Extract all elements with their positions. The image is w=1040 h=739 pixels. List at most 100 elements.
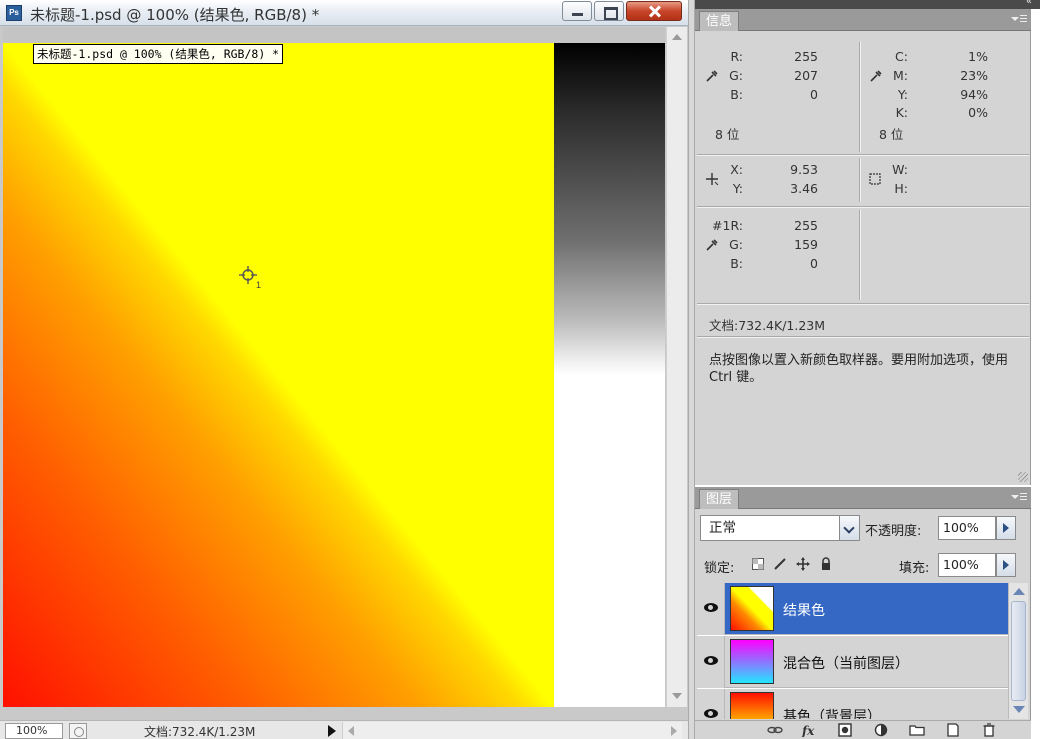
info-tabbar: 信息 [695, 9, 1031, 31]
pos-x-label: X: [730, 162, 743, 177]
panel-menu-icon[interactable] [1011, 491, 1027, 505]
scroll-up-icon[interactable] [670, 31, 684, 45]
status-bar: 100% 文档:732.4K/1.23M [0, 720, 688, 739]
tab-info[interactable]: 信息 [699, 11, 740, 31]
chevron-down-icon[interactable] [839, 516, 859, 540]
fx-icon[interactable]: fx [801, 723, 817, 737]
layer-list: 结果色 混合色（当前图层） 基色（背景层） [697, 583, 1008, 719]
size-w-label: W: [892, 162, 908, 177]
folder-icon[interactable] [909, 723, 925, 737]
lock-label: 锁定: [704, 561, 735, 576]
info-doc-size: 文档:732.4K/1.23M [709, 318, 826, 333]
pos-x-value: 9.53 [790, 162, 818, 177]
layers-footer-toolbar: fx [695, 720, 1031, 739]
pos-y-label: Y: [732, 181, 743, 196]
blend-mode-select[interactable]: 正常 [700, 515, 860, 541]
eyedropper-icon[interactable] [869, 69, 883, 83]
layer-thumbnail [730, 586, 774, 631]
status-info-icon[interactable] [69, 723, 87, 739]
opacity-slider-arrow-icon[interactable] [996, 516, 1016, 540]
layers-tabbar: 图层 [695, 487, 1031, 509]
rgb-b-value: 0 [810, 87, 818, 102]
info-hint-text: 点按图像以置入新颜色取样器。要用附加选项，使用 Ctrl 键。 [709, 353, 1009, 385]
eye-icon[interactable] [697, 636, 725, 688]
size-h-label: H: [894, 181, 908, 196]
scroll-thumb[interactable] [1011, 601, 1026, 701]
info-separator [697, 154, 1029, 156]
eye-icon[interactable] [697, 583, 725, 635]
layer-row-result[interactable]: 结果色 [697, 583, 1008, 635]
canvas-area[interactable]: 未标题-1.psd @ 100% (结果色, RGB/8) * 1 [3, 27, 665, 707]
cmyk-y-label: Y: [897, 87, 908, 102]
document-tooltip: 未标题-1.psd @ 100% (结果色, RGB/8) * [33, 44, 284, 64]
eyedropper-icon[interactable] [705, 69, 719, 83]
color-sampler-marker-icon[interactable]: 1 [237, 264, 263, 290]
layer-row-base[interactable]: 基色（背景层） [697, 689, 1008, 719]
rgb-r-label: R: [730, 49, 743, 64]
cmyk-k-label: K: [895, 105, 908, 120]
sampler1-b-value: 0 [810, 256, 818, 271]
info-separator [697, 336, 1029, 338]
opacity-label: 不透明度: [865, 524, 922, 539]
layer-thumbnail [730, 639, 774, 684]
info-body: R: G: B: 255 207 0 8 位 C: M: Y: K: 1% 23… [695, 32, 1031, 485]
layer-thumbnail [730, 692, 774, 719]
cmyk-y-value: 94% [960, 87, 988, 102]
scroll-down-icon[interactable] [1012, 703, 1025, 716]
photoshop-logo-icon: Ps [6, 5, 22, 21]
rgb-g-value: 207 [794, 68, 818, 83]
tab-layers[interactable]: 图层 [699, 489, 740, 509]
close-button[interactable] [626, 1, 682, 21]
trash-icon[interactable] [981, 723, 997, 737]
layer-row-blend[interactable]: 混合色（当前图层） [697, 636, 1008, 688]
lock-transparency-icon[interactable] [751, 557, 765, 571]
vertical-scrollbar[interactable] [666, 27, 687, 707]
cmyk-bit-depth: 8 位 [879, 127, 904, 142]
gradient-canvas-image[interactable] [3, 43, 554, 707]
sampler1-b-label: B: [730, 256, 743, 271]
lock-move-icon[interactable] [796, 557, 810, 571]
layer-name[interactable]: 基色（背景层） [783, 706, 881, 719]
new-layer-icon[interactable] [945, 723, 961, 737]
zoom-field[interactable]: 100% [5, 723, 63, 739]
dock-collapse-bar[interactable]: « [695, 0, 1040, 9]
document-titlebar[interactable]: Ps 未标题-1.psd @ 100% (结果色, RGB/8) * [0, 0, 688, 26]
collapse-icon[interactable]: « [1026, 0, 1032, 7]
fill-slider-arrow-icon[interactable] [996, 553, 1016, 577]
svg-text:fx: fx [801, 724, 815, 737]
layer-name[interactable]: 混合色（当前图层） [783, 653, 909, 673]
status-doc-size: 文档:732.4K/1.23M [144, 725, 256, 739]
opacity-field[interactable]: 100% [938, 516, 996, 540]
adjustment-icon[interactable] [873, 723, 889, 737]
document-title: 未标题-1.psd @ 100% (结果色, RGB/8) * [30, 6, 320, 24]
cmyk-c-value: 1% [968, 49, 988, 64]
fill-field[interactable]: 100% [938, 553, 996, 577]
maximize-button[interactable] [594, 1, 624, 21]
eye-icon[interactable] [697, 689, 725, 719]
cmyk-m-value: 23% [960, 68, 988, 83]
resize-grip-icon[interactable] [1018, 472, 1028, 482]
panel-menu-icon[interactable] [1011, 13, 1027, 27]
grayscale-gradient-strip[interactable] [554, 43, 665, 707]
layer-name[interactable]: 结果色 [783, 600, 825, 620]
layers-panel: 图层 正常 不透明度: 100% 锁定: 填充: 100% 结果色 混合色（当前… [695, 487, 1031, 739]
status-menu-arrow-icon[interactable] [328, 725, 336, 737]
lock-all-icon[interactable] [819, 557, 833, 571]
lock-paint-brush-icon[interactable] [773, 557, 787, 571]
mask-icon[interactable] [837, 723, 853, 737]
blend-mode-value: 正常 [709, 520, 736, 536]
link-icon[interactable] [767, 723, 783, 737]
info-separator [859, 158, 861, 202]
scroll-down-icon[interactable] [670, 689, 684, 703]
scroll-up-icon[interactable] [1012, 586, 1025, 599]
panel-divider[interactable] [688, 0, 695, 739]
info-separator [697, 303, 1029, 305]
cmyk-k-value: 0% [968, 105, 988, 120]
minimize-button[interactable] [562, 1, 592, 21]
rgb-bit-depth: 8 位 [715, 127, 740, 142]
eyedropper-icon[interactable] [705, 238, 719, 252]
horizontal-scrollbar[interactable] [342, 722, 682, 739]
layer-list-scrollbar[interactable] [1008, 583, 1028, 719]
panels-dock: « 信息 R: G: B: 255 207 0 8 位 C: M: Y: K: [695, 0, 1040, 739]
sampler1-r-label: #1R: [712, 218, 743, 233]
